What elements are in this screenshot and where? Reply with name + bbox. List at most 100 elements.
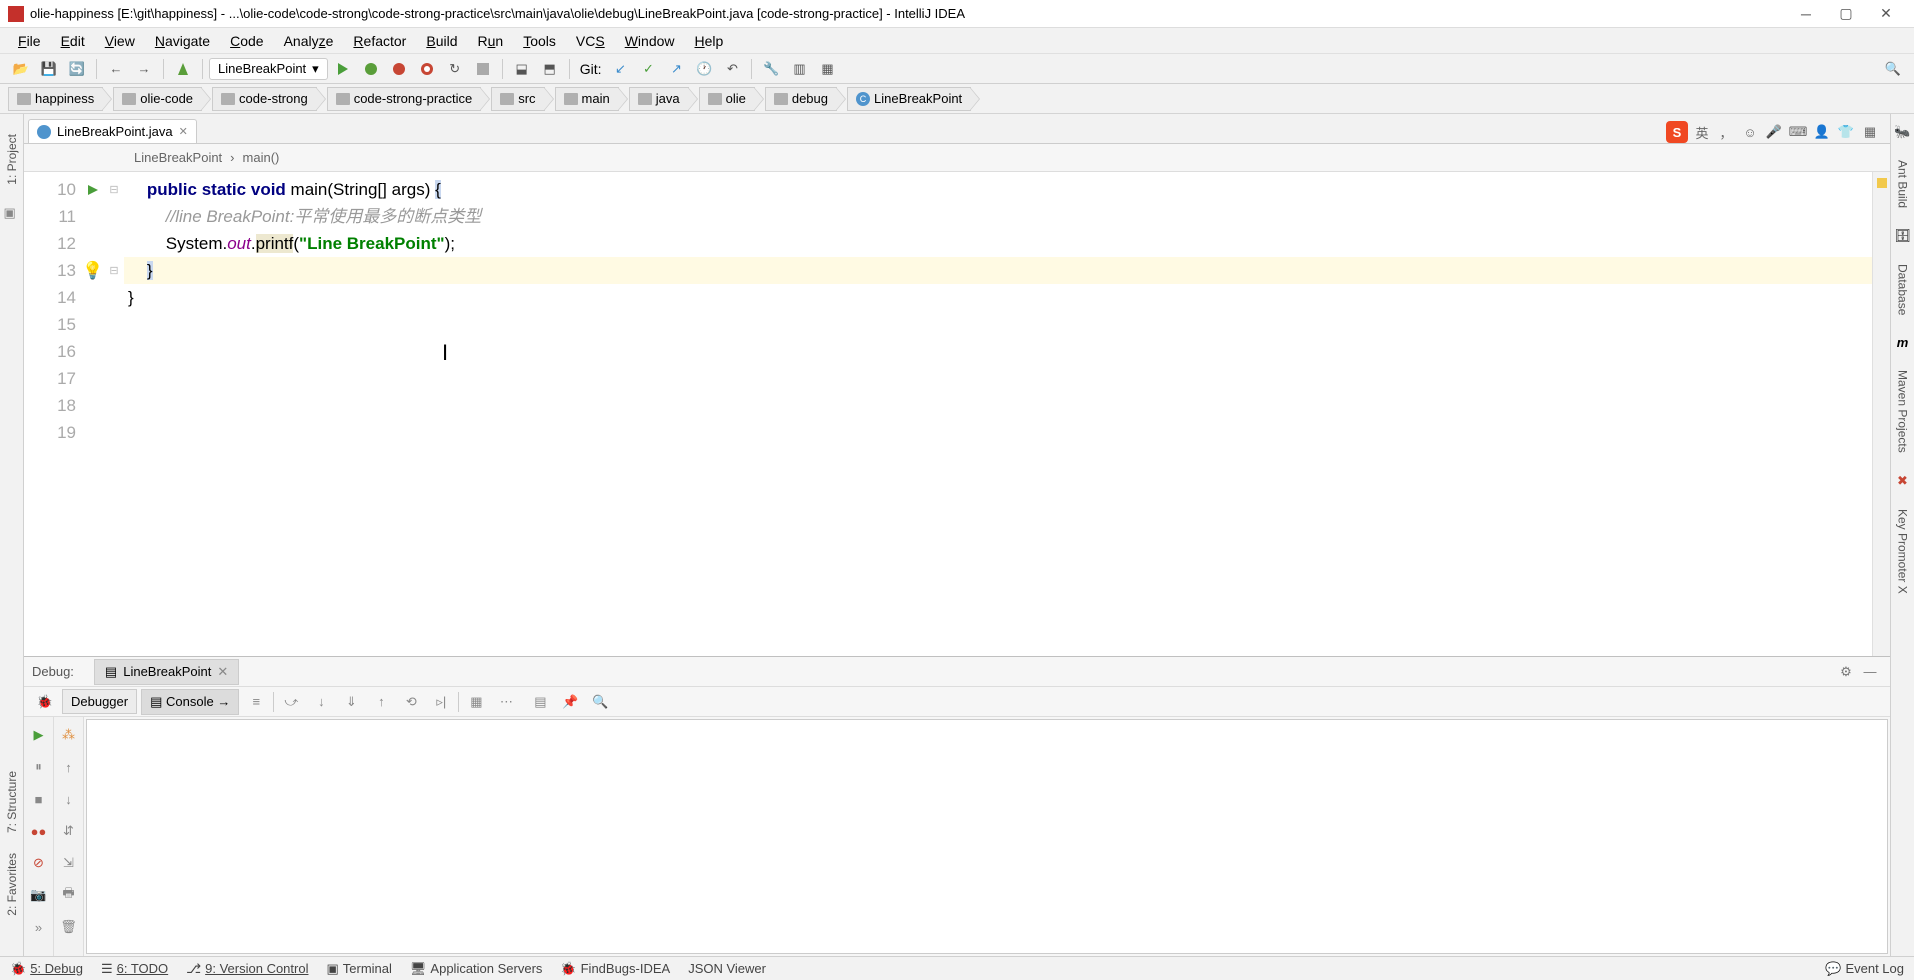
settings-icon[interactable]: 🔍 xyxy=(587,689,613,715)
sogou-icon[interactable]: S xyxy=(1666,121,1688,143)
code-editor[interactable]: 10111213141516171819 💡 ⊟⊟ public static … xyxy=(24,172,1890,656)
rerun-icon[interactable]: ▶ xyxy=(27,723,51,747)
menu-analyze[interactable]: Analyze xyxy=(274,31,344,51)
history-icon[interactable]: 🕐 xyxy=(691,56,717,82)
print-icon[interactable]: 🖶 xyxy=(57,883,81,907)
step-out-icon[interactable]: ↑ xyxy=(368,689,394,715)
back-icon[interactable]: ← xyxy=(103,56,129,82)
more-icon[interactable]: ⋯ xyxy=(493,689,519,715)
minimize-button[interactable]: ─ xyxy=(1786,2,1826,26)
menu-file[interactable]: File xyxy=(8,31,51,51)
nav-class[interactable]: LineBreakPoint xyxy=(134,150,222,165)
project-icon[interactable]: ▣ xyxy=(4,205,20,221)
menu-refactor[interactable]: Refactor xyxy=(343,31,416,51)
pin-icon[interactable]: 📌 xyxy=(557,689,583,715)
more-icon[interactable]: » xyxy=(27,915,51,939)
breadcrumb-item[interactable]: happiness xyxy=(8,87,103,111)
status-todo[interactable]: ☰ 6: TODO xyxy=(101,961,168,977)
maven-icon[interactable]: m xyxy=(1897,335,1909,350)
commit-icon[interactable]: ✓ xyxy=(635,56,661,82)
trash-icon[interactable]: 🗑 xyxy=(57,915,81,939)
breadcrumb-class[interactable]: CLineBreakPoint xyxy=(847,87,971,111)
ime-user-icon[interactable]: 👤 xyxy=(1812,122,1832,142)
ime-grid-icon[interactable]: ▦ xyxy=(1860,122,1880,142)
drop-frame-icon[interactable]: ⟲ xyxy=(398,689,424,715)
pause-icon[interactable]: ⏸ xyxy=(27,755,51,779)
ant-icon[interactable]: 🐜 xyxy=(1894,124,1910,140)
menu-view[interactable]: View xyxy=(95,31,145,51)
ime-lang[interactable]: 英 xyxy=(1692,122,1712,142)
threads-icon[interactable]: ⁂ xyxy=(57,723,81,747)
debug-run-tab[interactable]: ▤ LineBreakPoint ✕ xyxy=(94,659,239,685)
breadcrumb-item[interactable]: code-strong-practice xyxy=(327,87,482,111)
warning-marker-icon[interactable] xyxy=(1877,178,1887,188)
evaluate-icon[interactable]: ▦ xyxy=(463,689,489,715)
attach-icon[interactable]: ↻ xyxy=(442,56,468,82)
breadcrumb-item[interactable]: main xyxy=(555,87,619,111)
text-icon[interactable]: ≡ xyxy=(243,689,269,715)
menu-vcs[interactable]: VCS xyxy=(566,31,615,51)
status-vcs[interactable]: ⎇ 9: Version Control xyxy=(186,961,308,977)
tool-project[interactable]: 1: Project xyxy=(5,134,19,185)
search-icon[interactable]: 🔍 xyxy=(1880,56,1906,82)
database-icon[interactable]: 🗄 xyxy=(1894,228,1911,244)
sync-icon[interactable]: 🔄 xyxy=(64,56,90,82)
update-icon[interactable]: ↙ xyxy=(607,56,633,82)
save-icon[interactable]: 💾 xyxy=(36,56,62,82)
fold-icon[interactable]: ⊟ xyxy=(104,257,124,284)
structure-icon[interactable]: ▥ xyxy=(786,56,812,82)
profile-icon[interactable] xyxy=(414,56,440,82)
menu-tools[interactable]: Tools xyxy=(513,31,566,51)
status-appservers[interactable]: 🖥 Application Servers xyxy=(410,961,543,977)
menu-edit[interactable]: Edit xyxy=(51,31,95,51)
mute-breakpoints-icon[interactable]: ⊘ xyxy=(27,851,51,875)
step-into-icon[interactable]: ↓ xyxy=(308,689,334,715)
event-log[interactable]: 💬 Event Log xyxy=(1825,961,1904,977)
breadcrumb-item[interactable]: olie xyxy=(699,87,755,111)
console-output[interactable] xyxy=(86,719,1888,954)
run-icon[interactable] xyxy=(330,56,356,82)
menu-help[interactable]: Help xyxy=(685,31,734,51)
close-button[interactable]: ✕ xyxy=(1866,2,1906,26)
open-icon[interactable]: 📂 xyxy=(8,56,34,82)
breadcrumb-item[interactable]: code-strong xyxy=(212,87,317,111)
file-tab[interactable]: LineBreakPoint.java ✕ xyxy=(28,119,197,143)
debugger-tab[interactable]: Debugger xyxy=(62,689,137,714)
code-area[interactable]: public static void main(String[] args) {… xyxy=(124,172,1872,656)
up-icon[interactable]: ↑ xyxy=(57,755,81,779)
build-icon[interactable] xyxy=(170,56,196,82)
tool-structure[interactable]: 7: Structure xyxy=(5,771,19,833)
status-debug[interactable]: 🐞 5: Debug xyxy=(10,961,83,977)
menu-build[interactable]: Build xyxy=(416,31,467,51)
fold-icon[interactable]: ⊟ xyxy=(104,176,124,203)
close-tab-icon[interactable]: ✕ xyxy=(179,125,188,138)
maximize-button[interactable]: ▢ xyxy=(1826,2,1866,26)
force-step-icon[interactable]: ⇓ xyxy=(338,689,364,715)
tool-favorites[interactable]: 2: Favorites xyxy=(5,853,19,916)
editor-marker-bar[interactable] xyxy=(1872,172,1890,656)
step-over-icon[interactable]: ⤻ xyxy=(278,689,304,715)
ime-punct-icon[interactable]: ， xyxy=(1716,122,1736,142)
bug-icon[interactable]: 🐞 xyxy=(32,694,58,710)
forward-icon[interactable]: → xyxy=(131,56,157,82)
menu-run[interactable]: Run xyxy=(468,31,514,51)
tool-database[interactable]: Database xyxy=(1896,264,1910,315)
breakpoints-icon[interactable]: ●● xyxy=(27,819,51,843)
minimize-panel-icon[interactable]: — xyxy=(1858,664,1882,679)
ime-keyboard-icon[interactable]: ⌨ xyxy=(1788,122,1808,142)
debug-icon[interactable] xyxy=(358,56,384,82)
run-config-selector[interactable]: LineBreakPoint ▾ xyxy=(209,58,328,80)
filter-icon[interactable]: ⇵ xyxy=(57,819,81,843)
wrench-icon[interactable]: 🔧 xyxy=(758,56,784,82)
rollback-icon[interactable]: ↶ xyxy=(719,56,745,82)
ime-emoji-icon[interactable]: ☺ xyxy=(1740,122,1760,142)
menu-navigate[interactable]: Navigate xyxy=(145,31,220,51)
tool-ant[interactable]: Ant Build xyxy=(1896,160,1910,208)
gear-icon[interactable]: ⚙ xyxy=(1834,664,1858,680)
run-gutter-icon[interactable] xyxy=(82,176,104,203)
status-findbugs[interactable]: 🐞 FindBugs-IDEA xyxy=(560,961,670,977)
run-cursor-icon[interactable]: ▹| xyxy=(428,689,454,715)
tool-maven[interactable]: Maven Projects xyxy=(1896,370,1910,453)
export-icon[interactable]: ⇲ xyxy=(57,851,81,875)
layout-icon[interactable]: ⬓ xyxy=(509,56,535,82)
